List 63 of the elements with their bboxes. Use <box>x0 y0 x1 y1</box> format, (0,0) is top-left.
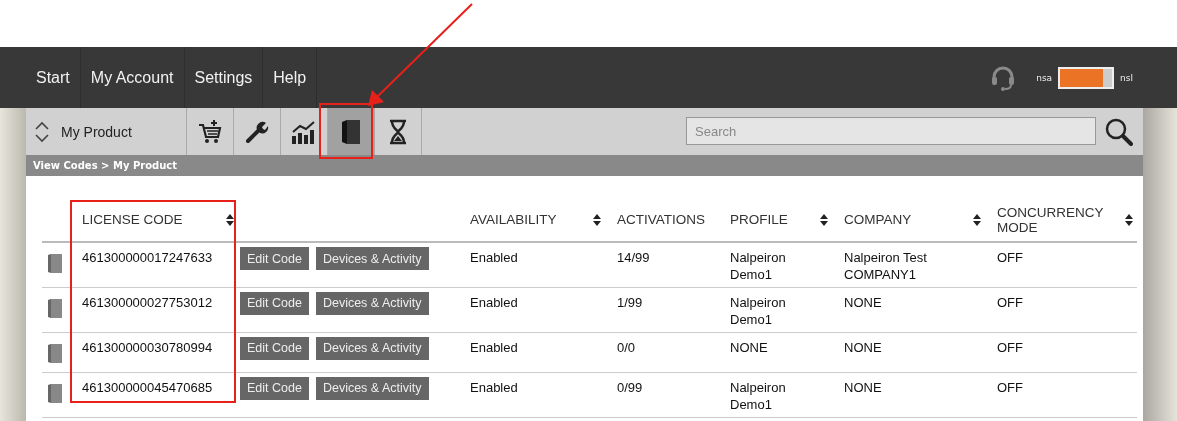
column-header[interactable]: PROFILE <box>730 212 788 227</box>
activations: 1/99 <box>617 294 643 310</box>
activations: 0/99 <box>617 379 643 395</box>
product-name: My Product <box>61 123 132 140</box>
search-field[interactable]: Search <box>686 117 1096 145</box>
availability: Enabled <box>470 379 518 395</box>
sort-icon[interactable] <box>226 213 234 226</box>
availability: Enabled <box>470 250 518 265</box>
availability: Enabled <box>470 339 518 355</box>
column-header[interactable]: ACTIVATIONS <box>617 212 705 227</box>
profile: NONE <box>730 339 768 355</box>
profile: Nalpeiron Demo1 <box>730 294 786 327</box>
book-icon <box>48 342 62 363</box>
book-icon <box>48 297 62 318</box>
activations: 14/99 <box>617 250 650 265</box>
edit-code-button[interactable]: Edit Code <box>240 247 309 270</box>
breadcrumb[interactable]: View Codes > My Product <box>33 160 177 171</box>
company: NONE <box>844 339 882 355</box>
search-icon[interactable] <box>1105 118 1133 146</box>
toolbar-button[interactable] <box>328 108 375 155</box>
headset-icon[interactable] <box>990 64 1017 91</box>
book-icon <box>48 253 62 273</box>
toggle-switch[interactable] <box>1058 66 1115 89</box>
toggle-label: nsl <box>1120 72 1133 83</box>
license-code: 461300000017247633 <box>82 250 213 265</box>
column-header[interactable]: COMPANY <box>844 212 912 227</box>
highlight-rectangle <box>319 103 373 159</box>
book-icon <box>341 118 361 145</box>
hourglass-icon <box>388 118 408 145</box>
profile: Nalpeiron Demo1 <box>730 250 786 282</box>
edit-code-button[interactable]: Edit Code <box>240 336 309 360</box>
company: Nalpeiron Test COMPANY1 <box>844 250 927 282</box>
devices-activity-button[interactable]: Devices & Activity <box>315 336 429 360</box>
sort-icon[interactable] <box>820 213 828 226</box>
activations: 0/0 <box>617 339 636 355</box>
up-down-icon[interactable] <box>35 119 49 144</box>
sort-icon[interactable] <box>593 213 601 226</box>
column-header[interactable]: LICENSE CODE <box>82 212 183 227</box>
concurrency-mode: OFF <box>997 379 1023 395</box>
book-icon <box>48 382 62 403</box>
devices-activity-button[interactable]: Devices & Activity <box>315 376 429 400</box>
edit-code-button[interactable]: Edit Code <box>240 376 309 400</box>
toggle-label: nsa <box>1036 72 1053 83</box>
license-code: 461300000027753012 <box>82 294 213 310</box>
wrench-icon <box>245 119 269 144</box>
bar-chart-icon <box>291 119 317 144</box>
profile: Nalpeiron Demo1 <box>730 379 786 412</box>
column-header[interactable]: CONCURRENCY MODE <box>997 204 1107 235</box>
concurrency-mode: OFF <box>997 339 1023 355</box>
concurrency-mode: OFF <box>997 294 1023 310</box>
company: NONE <box>844 379 882 395</box>
sort-icon[interactable] <box>973 213 981 226</box>
availability: Enabled <box>470 294 518 310</box>
devices-activity-button[interactable]: Devices & Activity <box>315 291 429 315</box>
cart-icon <box>197 118 223 145</box>
column-header[interactable]: AVAILABILITY <box>470 212 557 227</box>
devices-activity-button[interactable]: Devices & Activity <box>315 247 429 270</box>
concurrency-mode: OFF <box>997 250 1023 265</box>
edit-code-button[interactable]: Edit Code <box>240 291 309 315</box>
license-code: 461300000045470685 <box>82 379 213 395</box>
license-code: 461300000030780994 <box>82 339 213 355</box>
sort-icon[interactable] <box>1125 213 1133 226</box>
company: NONE <box>844 294 882 310</box>
